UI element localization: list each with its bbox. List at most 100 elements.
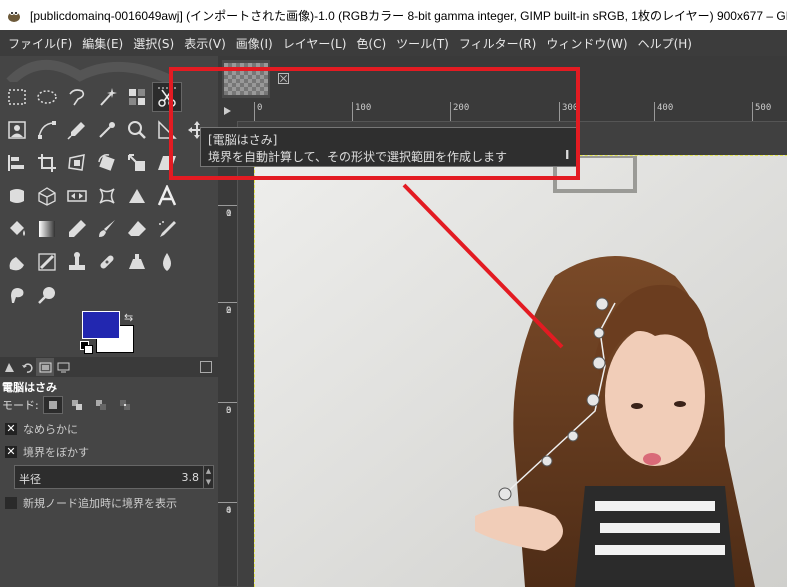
menu-help[interactable]: ヘルプ(H) (633, 35, 697, 52)
mode-intersect-icon[interactable] (115, 396, 135, 414)
panel-menu-icon[interactable] (200, 361, 212, 373)
warp-transform-tool-icon[interactable] (92, 181, 122, 211)
perspective-clone-tool-icon[interactable] (122, 247, 152, 277)
menu-layer[interactable]: レイヤー(L) (278, 35, 352, 52)
gradient-tool-icon[interactable] (32, 214, 62, 244)
reset-colors-icon[interactable] (80, 341, 93, 354)
menu-bar: ファイル(F) 編集(E) 選択(S) 表示(V) 画像(I) レイヤー(L) … (0, 30, 787, 56)
ruler-label: 500 (755, 103, 772, 113)
menu-filters[interactable]: フィルター(R) (454, 35, 541, 52)
menu-edit[interactable]: 編集(E) (77, 35, 128, 52)
spin-arrows-icon[interactable]: ▲ ▼ (203, 466, 213, 488)
handle-transform-tool-icon[interactable] (122, 181, 152, 211)
swap-colors-icon[interactable]: ⇆ (124, 311, 133, 324)
feather-checkbox[interactable]: ✕ 境界をぼかす (5, 444, 89, 460)
ruler-label: 200 (222, 305, 231, 323)
foreground-color-swatch[interactable] (82, 311, 120, 339)
ruler-digit: 0 (226, 406, 232, 416)
show-nodes-check-icon[interactable] (5, 497, 17, 509)
images-tab-icon[interactable] (36, 358, 54, 376)
tool-options-tab-icon[interactable] (0, 358, 18, 376)
undo-history-tab-icon[interactable] (18, 358, 36, 376)
eyedropper-tool-icon[interactable] (92, 115, 122, 145)
smooth-checkbox[interactable]: ✕ なめらかに (5, 421, 78, 437)
ruler-tick: 400 (654, 102, 673, 121)
radius-value[interactable]: 3.8 (182, 471, 200, 484)
smooth-label: なめらかに (23, 423, 78, 436)
annotation-highlight-box (169, 67, 580, 180)
mode-row: モード: (2, 396, 135, 414)
crop-tool-icon[interactable] (32, 148, 62, 178)
select-by-color-tool-icon[interactable] (122, 82, 152, 112)
feather-check-icon[interactable]: ✕ (5, 446, 17, 458)
ruler-digit: 0 (226, 506, 232, 516)
paths-tool-icon[interactable] (32, 115, 62, 145)
blank-slot (182, 247, 212, 277)
tool-options-panel: 電脳はさみ モード: ✕ なめらかに ✕ 境界をぼかす 半径 3.8 ▲ ▼ 新規… (0, 357, 218, 586)
mode-replace-icon[interactable] (42, 396, 63, 414)
clone-tool-icon[interactable] (62, 247, 92, 277)
photo-image (255, 156, 787, 587)
ruler-tick: 40 (218, 502, 237, 516)
ruler-label: 40 (222, 505, 231, 516)
bucket-fill-tool-icon[interactable] (2, 214, 32, 244)
align-tool-icon[interactable] (2, 148, 32, 178)
dodge-burn-tool-icon[interactable] (32, 280, 62, 310)
perspective-tool-icon[interactable] (32, 181, 62, 211)
menu-select[interactable]: 選択(S) (128, 35, 179, 52)
fuzzy-select-tool-icon[interactable] (92, 82, 122, 112)
radius-label: 半径 (19, 473, 41, 486)
mypaint-brush-tool-icon[interactable] (32, 247, 62, 277)
menu-view[interactable]: 表示(V) (179, 35, 231, 52)
ruler-label: 100 (222, 208, 231, 226)
menu-tools[interactable]: ツール(T) (391, 35, 454, 52)
foreground-select-tool-icon[interactable] (2, 115, 32, 145)
smudge-tool-icon[interactable] (2, 280, 32, 310)
ink-tool-icon[interactable] (2, 247, 32, 277)
image-canvas[interactable] (254, 155, 787, 587)
gimp-app-icon (8, 11, 20, 22)
window-title: [publicdomainq-0016049awj] (インポートされた画像)-… (30, 9, 787, 23)
blank-slot (182, 181, 212, 211)
pencil-tool-icon[interactable] (62, 214, 92, 244)
feather-radius-spinner[interactable]: 半径 3.8 ▲ ▼ (14, 465, 214, 489)
smooth-check-icon[interactable]: ✕ (5, 423, 17, 435)
menu-windows[interactable]: ウィンドウ(W) (541, 35, 632, 52)
cage-transform-tool-icon[interactable] (2, 181, 32, 211)
blur-sharpen-tool-icon[interactable] (152, 247, 182, 277)
rotate-tool-icon[interactable] (92, 148, 122, 178)
unified-transform-tool-icon[interactable] (62, 148, 92, 178)
airbrush-tool-icon[interactable] (152, 214, 182, 244)
paintbrush-tool-icon[interactable] (92, 214, 122, 244)
mode-add-icon[interactable] (67, 396, 87, 414)
menu-image[interactable]: 画像(I) (231, 35, 278, 52)
show-nodes-checkbox[interactable]: 新規ノード追加時に境界を表示 (5, 495, 177, 511)
ruler-digit: 0 (226, 209, 232, 219)
ruler-tick: 300 (218, 402, 237, 416)
feather-label: 境界をぼかす (23, 446, 89, 459)
vertical-ruler[interactable]: 100 200 300 40 (218, 121, 238, 586)
show-nodes-label: 新規ノード追加時に境界を表示 (23, 497, 177, 510)
free-select-tool-icon[interactable] (62, 82, 92, 112)
ruler-label: 300 (222, 405, 231, 423)
dock-tabs (0, 357, 218, 377)
menu-colors[interactable]: 色(C) (351, 35, 391, 52)
ruler-label: 400 (657, 103, 674, 113)
title-bar: [publicdomainq-0016049awj] (インポートされた画像)-… (0, 0, 787, 30)
text-tool-icon[interactable] (152, 181, 182, 211)
device-status-tab-icon[interactable] (54, 358, 72, 376)
heal-tool-icon[interactable] (92, 247, 122, 277)
eraser-tool-icon[interactable] (122, 214, 152, 244)
ruler-tick: 200 (218, 302, 237, 316)
ellipse-select-tool-icon[interactable] (32, 82, 62, 112)
mode-subtract-icon[interactable] (91, 396, 111, 414)
scale-tool-icon[interactable] (122, 148, 152, 178)
zoom-tool-icon[interactable] (122, 115, 152, 145)
color-selector: ⇆ (80, 311, 140, 357)
mode-label: モード: (2, 399, 39, 412)
flip-tool-icon[interactable] (62, 181, 92, 211)
menu-file[interactable]: ファイル(F) (3, 35, 77, 52)
rect-select-tool-icon[interactable] (2, 82, 32, 112)
color-picker-tool-icon[interactable] (62, 115, 92, 145)
tool-options-title: 電脳はさみ (2, 381, 57, 394)
